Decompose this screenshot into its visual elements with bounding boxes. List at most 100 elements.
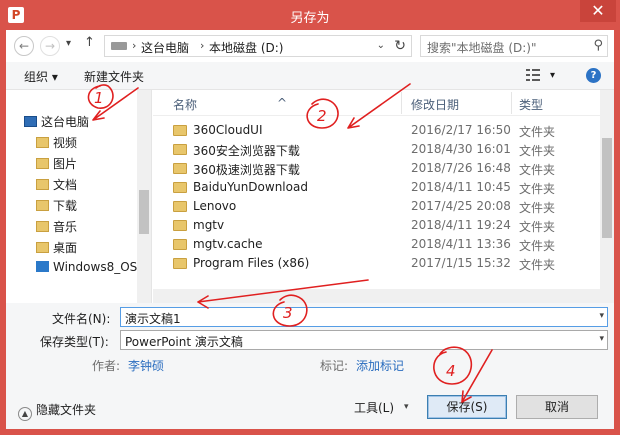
file-list-horizontal-scrollbar[interactable] [153,289,600,303]
file-type: 文件夹 [519,201,556,215]
sidebar-item-documents[interactable]: 文档 [36,176,77,196]
sidebar-item-label: 图片 [53,157,78,171]
file-row[interactable]: mgtv.cache 2018/4/11 13:36 文件夹 [153,235,600,254]
column-header-type[interactable]: 类型 [519,96,543,113]
help-icon[interactable]: ? [586,68,601,83]
address-history-icon[interactable]: ⌄ [377,40,385,51]
folder-icon [173,182,187,193]
sidebar-item-label: 下载 [53,199,78,213]
file-name: mgtv [193,218,225,232]
title-bar[interactable]: P 另存为 ✕ [0,0,620,30]
scrollbar-thumb[interactable] [602,138,612,238]
up-button[interactable]: ↑ [84,35,95,50]
recent-locations-dropdown[interactable]: ▾ [66,38,71,49]
file-modified: 2017/4/25 20:08 [411,199,511,213]
command-toolbar: 组织 ▾ 新建文件夹 ▾ ? [6,62,614,90]
breadcrumb-this-pc[interactable]: 这台电脑 [141,39,189,56]
file-modified: 2016/2/17 16:50 [411,123,511,137]
file-modified: 2018/4/11 19:24 [411,218,511,232]
dialog-title: 另存为 [290,11,330,26]
file-list-scrollbar[interactable] [600,90,614,303]
folder-desktop-icon [36,242,49,253]
cancel-button[interactable]: 取消 [516,395,598,419]
address-bar[interactable]: › 这台电脑 › 本地磁盘 (D:) ⌄ ↻ [104,35,412,57]
navigation-pane: 这台电脑 视频 图片 文档 下载 音乐 桌面 Windows8_OS ( [6,90,152,303]
column-header-row: ^ 名称 修改日期 类型 [153,90,600,116]
dialog-client: ← → ▾ ↑ › 这台电脑 › 本地磁盘 (D:) ⌄ ↻ 搜索"本地磁盘 (… [6,30,614,429]
save-button[interactable]: 保存(S) [427,395,507,419]
file-row[interactable]: 360安全浏览器下载 2018/4/30 16:01 文件夹 [153,140,600,159]
folder-icon [173,239,187,250]
sidebar-item-videos[interactable]: 视频 [36,134,77,154]
hide-folders-label: 隐藏文件夹 [36,403,97,417]
breadcrumb-local-disk-d[interactable]: 本地磁盘 (D:) [209,39,283,56]
refresh-icon[interactable]: ↻ [394,38,406,54]
column-header-modified[interactable]: 修改日期 [411,96,459,113]
breadcrumb-separator: › [132,39,137,52]
search-box[interactable]: 搜索"本地磁盘 (D:)" ⚲ [420,35,608,57]
file-row[interactable]: mgtv 2018/4/11 19:24 文件夹 [153,216,600,235]
chevron-down-icon[interactable]: ▾ [599,334,604,344]
pc-icon [24,116,37,127]
sidebar-item-label: 文档 [53,178,78,192]
sidebar-item-desktop[interactable]: 桌面 [36,239,77,259]
file-type: 文件夹 [519,144,556,158]
filetype-select[interactable]: PowerPoint 演示文稿 ▾ [120,330,608,350]
file-type: 文件夹 [519,182,556,196]
organize-menu[interactable]: 组织 ▾ [24,68,58,85]
column-header-name[interactable]: 名称 [173,96,197,113]
tools-menu[interactable]: 工具(L) [354,399,394,416]
forward-button[interactable]: → [40,36,60,56]
folder-icon [173,220,187,231]
view-options-dropdown[interactable]: ▾ [550,70,555,81]
folder-documents-icon [36,179,49,190]
file-name: 360CloudUI [193,123,263,137]
tags-value[interactable]: 添加标记 [356,357,404,374]
scrollbar-thumb[interactable] [139,190,149,234]
sidebar-item-label: 音乐 [53,220,78,234]
file-modified: 2017/1/15 15:32 [411,256,511,270]
file-name: 360极速浏览器下载 [193,163,300,177]
file-name: Program Files (x86) [193,256,310,270]
author-value[interactable]: 李钟硕 [128,357,164,374]
sidebar-item-label: 这台电脑 [41,115,90,129]
search-icon: ⚲ [593,38,603,53]
file-type: 文件夹 [519,163,556,177]
chevron-down-icon[interactable]: ▾ [599,311,604,321]
drive-os-icon [36,261,49,272]
sidebar-item-windows8-os[interactable]: Windows8_OS ( [36,260,146,280]
save-options-form: 文件名(N): 演示文稿1 ▾ 保存类型(T): PowerPoint 演示文稿… [6,303,614,429]
file-row[interactable]: Program Files (x86) 2017/1/15 15:32 文件夹 [153,254,600,273]
view-options-icon[interactable] [526,69,540,81]
new-folder-button[interactable]: 新建文件夹 [84,68,144,85]
search-placeholder: 搜索"本地磁盘 (D:)" [427,41,537,55]
filename-value: 演示文稿1 [125,312,181,326]
tools-dropdown-icon[interactable]: ▾ [404,402,409,412]
folder-music-icon [36,221,49,232]
folder-icon [173,125,187,136]
file-type: 文件夹 [519,258,556,272]
file-row[interactable]: BaiduYunDownload 2018/4/11 10:45 文件夹 [153,178,600,197]
back-button[interactable]: ← [14,36,34,56]
file-name: Lenovo [193,199,237,213]
file-modified: 2018/4/11 10:45 [411,180,511,194]
tags-label: 标记: [320,359,349,373]
file-name: BaiduYunDownload [193,180,308,194]
file-type: 文件夹 [519,239,556,253]
sidebar-item-music[interactable]: 音乐 [36,218,77,238]
sidebar-item-this-pc[interactable]: 这台电脑 [24,113,89,133]
file-row[interactable]: 360极速浏览器下载 2018/7/26 16:48 文件夹 [153,159,600,178]
breadcrumb-separator: › [200,39,205,52]
file-modified: 2018/4/30 16:01 [411,142,511,156]
close-button[interactable]: ✕ [580,0,616,22]
sidebar-item-label: Windows8_OS ( [53,260,146,274]
file-row[interactable]: 360CloudUI 2016/2/17 16:50 文件夹 [153,121,600,140]
filename-input[interactable]: 演示文稿1 ▾ [120,307,608,327]
file-list: ^ 名称 修改日期 类型 360CloudUI 2016/2/17 16:50 文件… [153,90,614,303]
filetype-label: 保存类型(T): [40,335,109,349]
sidebar-item-downloads[interactable]: 下载 [36,197,77,217]
file-row[interactable]: Lenovo 2017/4/25 20:08 文件夹 [153,197,600,216]
sidebar-item-pictures[interactable]: 图片 [36,155,77,175]
navigation-scrollbar[interactable] [137,90,151,303]
hide-folders-toggle[interactable]: ▲ 隐藏文件夹 [18,401,96,421]
